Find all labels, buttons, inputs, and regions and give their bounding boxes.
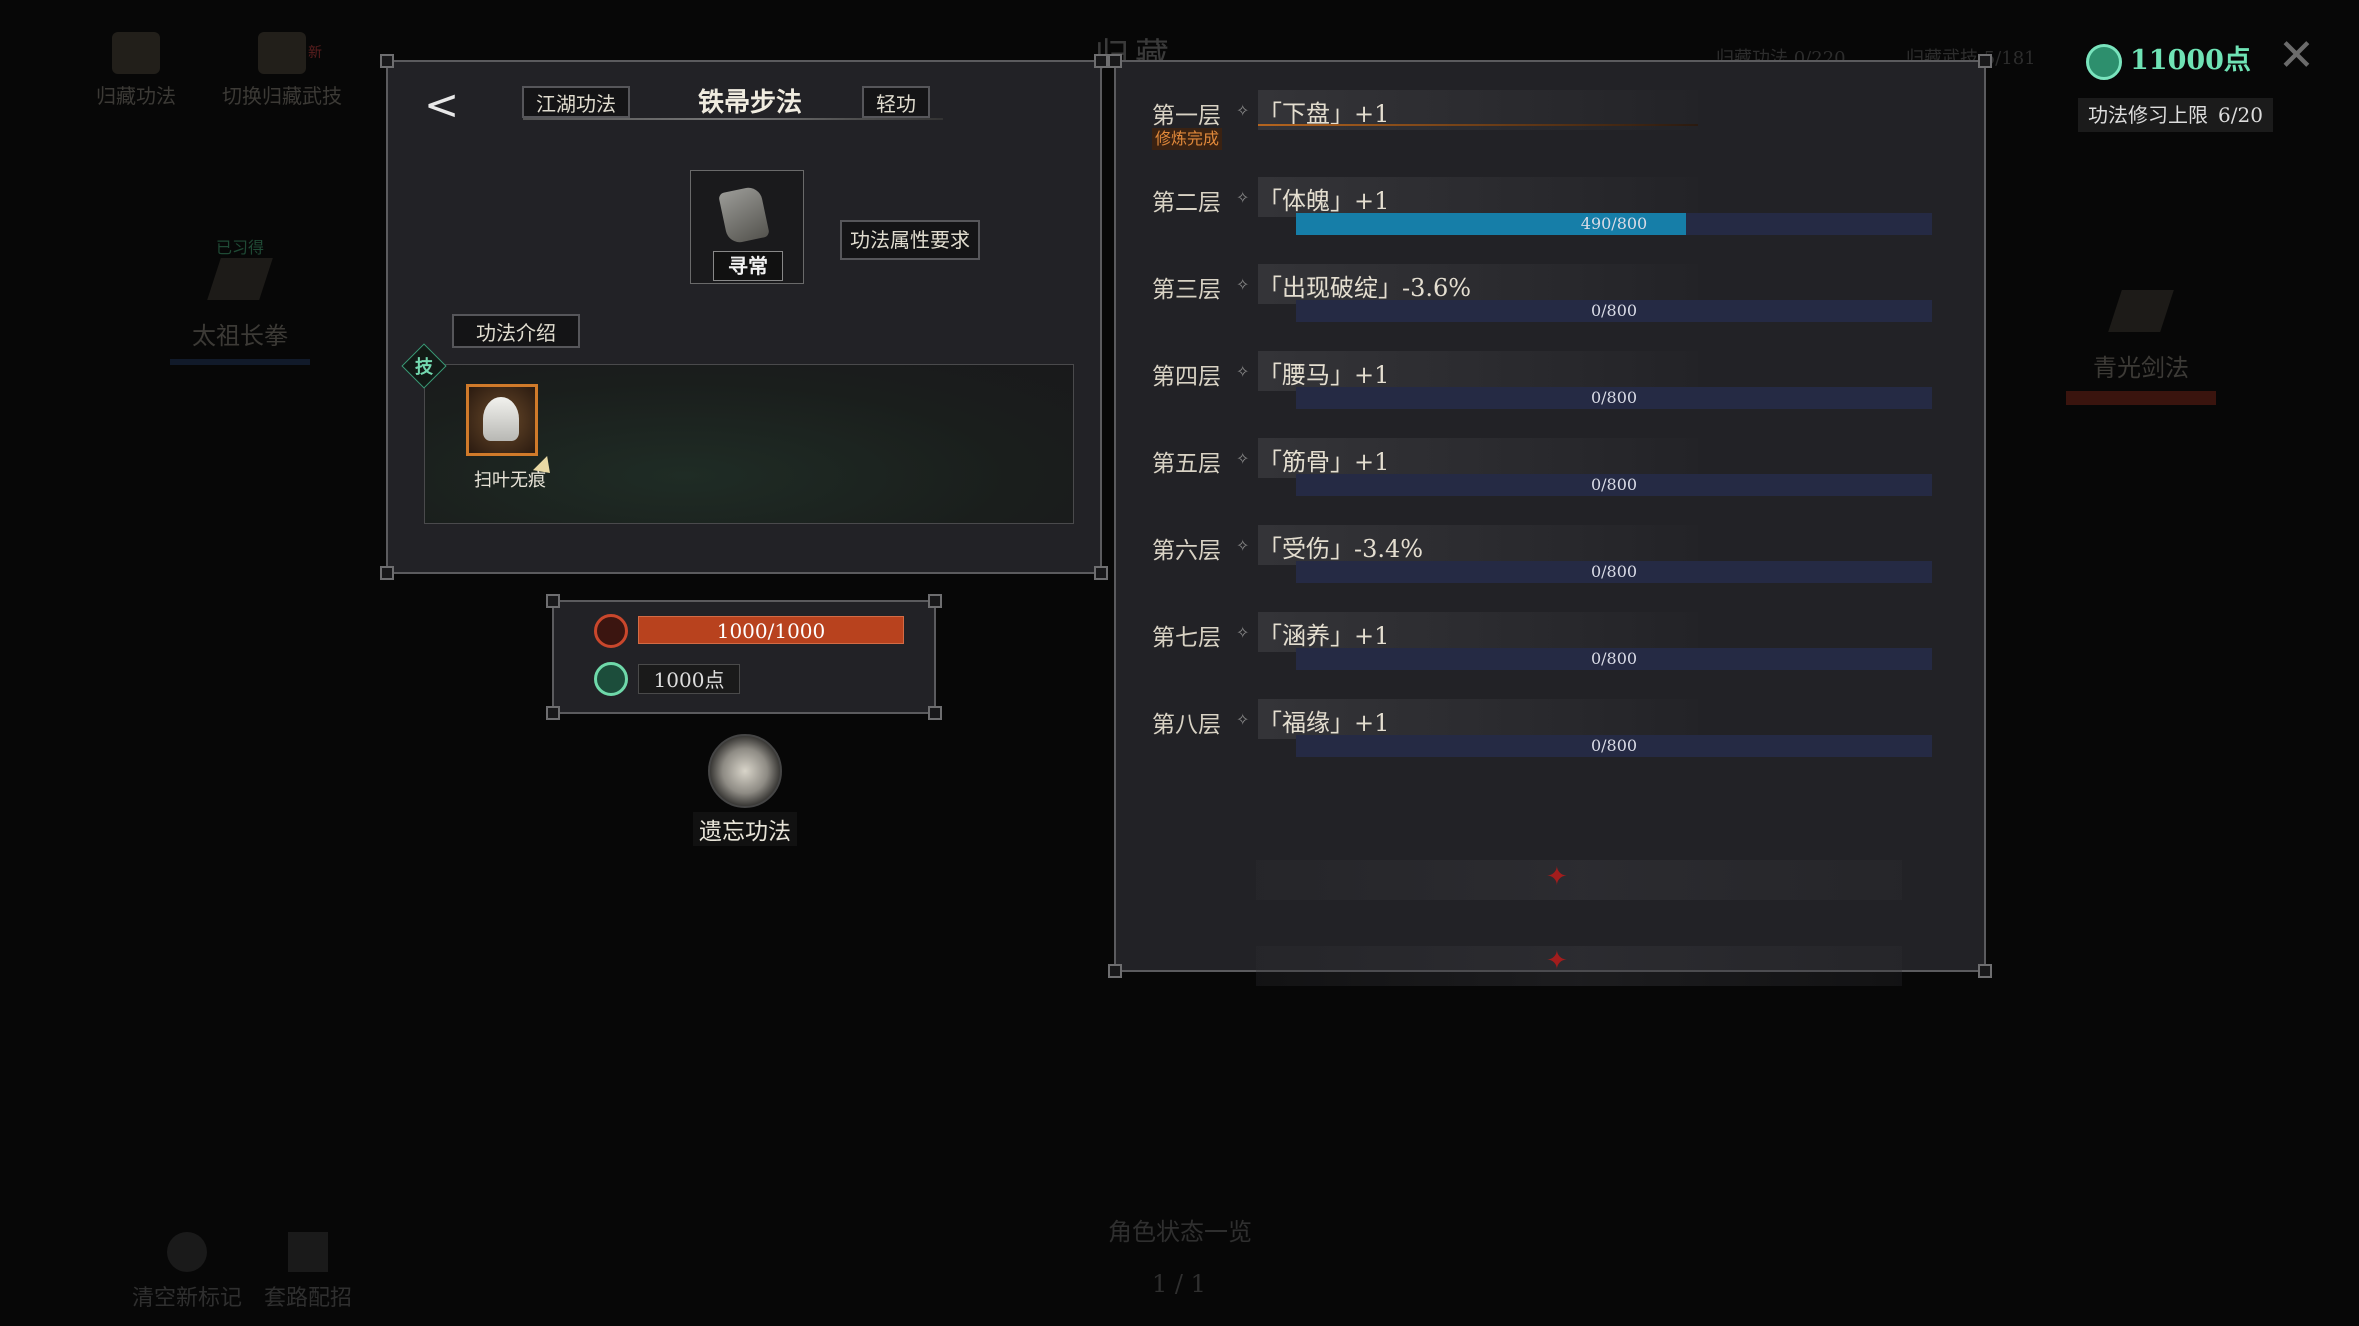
tier-progress-text: 0/800: [1590, 301, 1638, 320]
diamond-icon: ✧: [1236, 275, 1250, 294]
back-arrow-icon[interactable]: <: [424, 80, 459, 129]
tier-complete-badge: 修炼完成: [1152, 128, 1223, 150]
learned-status: 已习得: [215, 238, 264, 257]
tier-progress-bar: 0/800: [1296, 735, 1932, 757]
card-bar: [2066, 391, 2216, 405]
bg-card-taizu[interactable]: 已习得 太祖长拳: [170, 234, 310, 365]
hp-bar: 1000/1000: [638, 616, 904, 644]
bg-card-qingguang[interactable]: 青光剑法: [2066, 290, 2216, 405]
clear-marks-label: 清空新标记: [132, 1286, 243, 1311]
tier-name: 第七层: [1152, 625, 1221, 651]
stat-panel: 1000/1000 1000点: [546, 594, 942, 720]
cloud-swirl-icon: [708, 734, 782, 808]
locked-star-icon: ✦: [1546, 946, 1568, 976]
new-badge: 新: [308, 45, 322, 61]
points-cost: 1000点: [638, 664, 740, 694]
hexagon-icon: [167, 1232, 207, 1272]
figure-icon: [483, 397, 519, 441]
tier-name: 第三层: [1152, 277, 1221, 303]
card-name: 太祖长拳: [192, 322, 288, 350]
status-overview-title: 角色状态一览: [1108, 1218, 1252, 1246]
tier-name: 第五层: [1152, 451, 1221, 477]
jade-gem-icon: [2086, 43, 2122, 80]
tier-progress-bar: 0/800: [1296, 387, 1932, 409]
technique-intro-button[interactable]: 功法介绍: [452, 314, 580, 348]
tier-progress-bar: 490/800: [1296, 213, 1932, 235]
diamond-icon: ✧: [1236, 623, 1250, 642]
skill-tag-label: 技: [415, 357, 433, 378]
collect-technique-label: 归藏功法: [96, 84, 176, 108]
diamond-icon: ✧: [1236, 449, 1250, 468]
tier-name: 第四层: [1152, 364, 1221, 390]
crossed-swords-icon: [288, 1232, 328, 1272]
tab-jianghu-technique[interactable]: 江湖功法: [522, 86, 630, 118]
scroll-icon: [718, 185, 770, 245]
practice-cap: 功法修习上限 6/20: [2078, 98, 2273, 132]
tier-progress-bar: 0/800: [1296, 561, 1932, 583]
skill-sweep-leaves-icon[interactable]: [466, 384, 538, 456]
tier-progress-text: 0/800: [1590, 736, 1638, 755]
diamond-icon: ✧: [1236, 188, 1250, 207]
close-icon[interactable]: ✕: [2278, 30, 2315, 81]
book-icon: [207, 258, 273, 300]
practice-cap-value: 6/20: [2218, 103, 2263, 127]
tier-name: 第二层: [1152, 190, 1221, 216]
tier-progress-bar: 0/800: [1296, 648, 1932, 670]
tier-progress-text: 0/800: [1590, 562, 1638, 581]
tier-name: 第一层: [1152, 103, 1221, 129]
forget-technique-label: 遗忘功法: [693, 812, 797, 846]
tier-effect: 「出现破绽」-3.6%: [1258, 274, 1472, 302]
book-icon: [2108, 290, 2174, 332]
technique-title: 铁帚步法: [698, 88, 803, 118]
tier-progress-bar: 0/800: [1296, 474, 1932, 496]
diamond-icon: ✧: [1236, 710, 1250, 729]
tier-effect: 「福缘」+1: [1258, 709, 1390, 737]
complete-line: [1258, 124, 1698, 126]
locked-star-icon: ✦: [1546, 862, 1568, 892]
points-display: 11000点: [2086, 38, 2251, 80]
tier-progress-text: 0/800: [1590, 388, 1638, 407]
technique-item-box[interactable]: 寻常: [690, 170, 804, 284]
tier-progress-text: 0/800: [1590, 649, 1638, 668]
points-value: 11000点: [2130, 45, 2251, 76]
collect-technique-tool[interactable]: 归藏功法: [96, 32, 176, 109]
book-icon: [112, 32, 160, 74]
tier-name: 第六层: [1152, 538, 1221, 564]
card-name: 青光剑法: [2093, 354, 2189, 382]
switch-skill-label: 切换归藏武技: [222, 84, 342, 108]
hp-swirl-icon: [594, 614, 628, 648]
card-bar: [170, 359, 310, 365]
tier-effect: 「腰马」+1: [1258, 361, 1390, 389]
tier-effect: 「涵养」+1: [1258, 622, 1390, 650]
tier-effect: 「体魄」+1: [1258, 187, 1390, 215]
rarity-label: 寻常: [713, 251, 783, 281]
empty-tier-slot: [1256, 860, 1902, 900]
tier-progress-text: 0/800: [1590, 475, 1638, 494]
practice-cap-label: 功法修习上限: [2088, 103, 2208, 127]
combo-setup-label: 套路配招: [264, 1286, 353, 1311]
empty-tier-slot: [1256, 946, 1902, 986]
technique-detail-panel: < 江湖功法 铁帚步法 轻功 寻常 功法属性要求 功法介绍 技 扫叶无痕: [380, 54, 1108, 580]
combo-setup-button[interactable]: 套路配招: [264, 1232, 352, 1312]
switch-skill-tool[interactable]: 切换归藏武技 新: [222, 32, 342, 109]
tier-effect: 「筋骨」+1: [1258, 448, 1390, 476]
page-indicator: 1 / 1: [1152, 1270, 1206, 1298]
diamond-icon: ✧: [1236, 536, 1250, 555]
tier-effect: 「受伤」-3.4%: [1258, 535, 1424, 563]
tier-progress-text: 490/800: [1580, 214, 1648, 233]
jade-gem-icon: [594, 662, 628, 696]
swirl-icon: [258, 32, 306, 74]
diamond-icon: ✧: [1236, 362, 1250, 381]
tab-lightness-skill[interactable]: 轻功: [862, 86, 930, 118]
forget-technique-button[interactable]: 遗忘功法: [690, 734, 800, 846]
diamond-icon: ✧: [1236, 101, 1250, 120]
tier-list-panel: 第一层 ✧ 「下盘」+1 修炼完成 第二层 ✧ 「体魄」+1 490/800 第三层 ✧ 「出现破绽…: [1108, 54, 1992, 986]
clear-marks-button[interactable]: 清空新标记: [132, 1232, 242, 1312]
tier-progress-bar: 0/800: [1296, 300, 1932, 322]
attribute-requirement-button[interactable]: 功法属性要求: [840, 220, 980, 260]
tier-name: 第八层: [1152, 712, 1221, 738]
